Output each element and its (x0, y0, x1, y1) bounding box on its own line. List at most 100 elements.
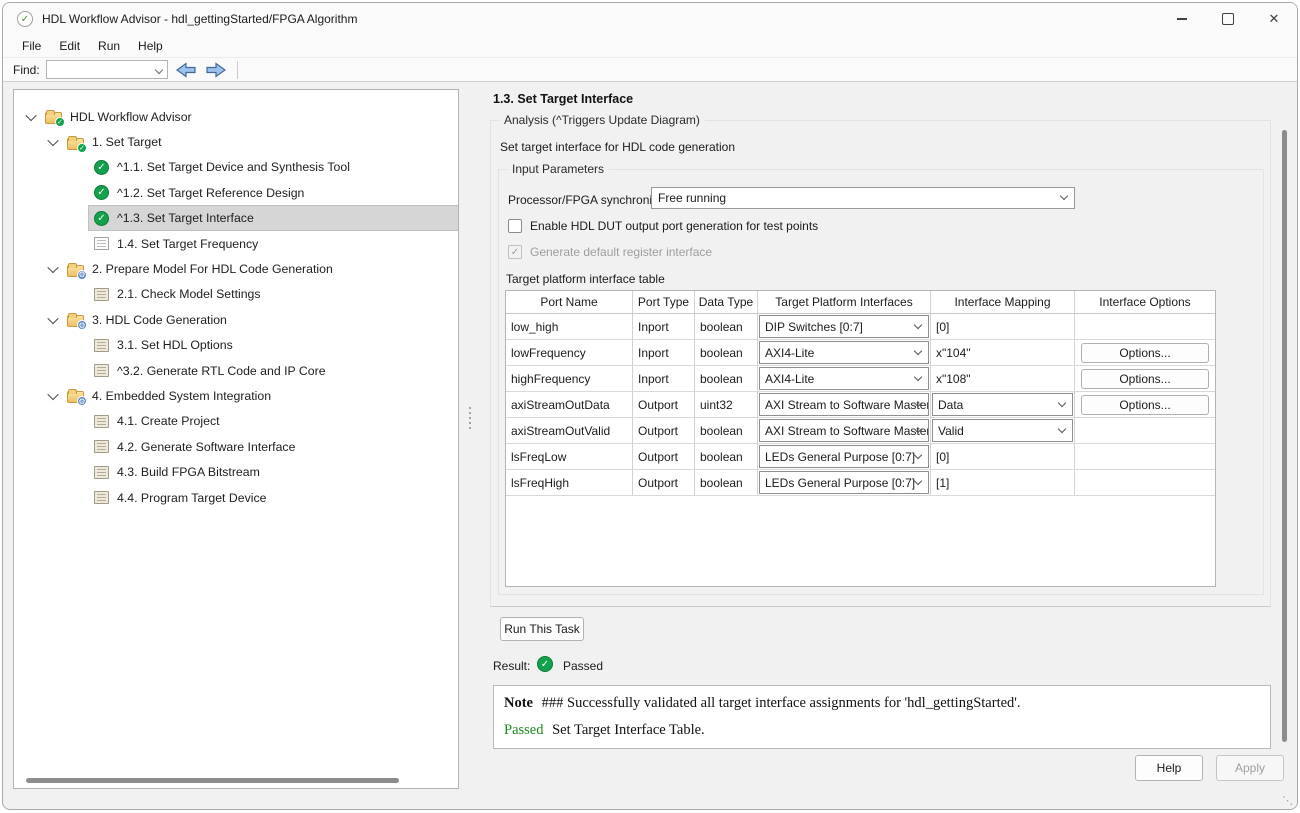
passed-keyword: Passed (504, 722, 543, 738)
menu-run[interactable]: Run (89, 39, 129, 53)
default-register-checkbox (508, 245, 522, 259)
port-type-cell: Inport (633, 340, 695, 365)
arrow-left-icon (175, 62, 197, 78)
interface-dropdown[interactable]: LEDs General Purpose [0:7] (759, 445, 929, 468)
vertical-scrollbar-thumb[interactable] (1282, 130, 1287, 742)
chevron-down-icon (1060, 192, 1068, 200)
port-type-cell: Inport (633, 366, 695, 391)
tree-item-4-3-build-fpga-bitstream[interactable]: 4.3. Build FPGA Bitstream (14, 459, 458, 484)
task-table-icon (94, 491, 109, 504)
result-value: Passed (563, 659, 603, 673)
menu-file[interactable]: File (13, 39, 50, 53)
options-button[interactable]: Options... (1081, 369, 1209, 389)
interface-dropdown-value: DIP Switches [0:7] (765, 320, 863, 334)
tree-item-1-2-set-target-reference-design[interactable]: ^1.2. Set Target Reference Design (14, 180, 458, 205)
port-type-cell: Outport (633, 470, 695, 495)
maximize-button[interactable] (1205, 3, 1251, 35)
interface-dropdown[interactable]: DIP Switches [0:7] (759, 315, 929, 338)
chevron-down-icon (914, 346, 922, 354)
options-button[interactable]: Options... (1081, 395, 1209, 415)
folder-check-icon (67, 138, 84, 150)
tree-item-embedded-system-integration[interactable]: 4. Embedded System Integration (14, 383, 458, 408)
data-type-cell: boolean (695, 470, 758, 495)
minimize-button[interactable] (1159, 3, 1205, 35)
test-points-checkbox-row: Enable HDL DUT output port generation fo… (508, 219, 818, 233)
chevron-down-icon (1058, 398, 1066, 406)
port-name-cell: low_high (506, 314, 633, 339)
tree-item-label: 3. HDL Code Generation (92, 313, 227, 327)
close-button[interactable] (1251, 3, 1297, 35)
find-input[interactable] (47, 62, 167, 79)
port-name-cell: highFrequency (506, 366, 633, 391)
interface-cell: LEDs General Purpose [0:7] (758, 470, 931, 495)
menu-help[interactable]: Help (129, 39, 172, 53)
port-name-cell: lowFrequency (506, 340, 633, 365)
tree-item-4-4-program-target-device[interactable]: 4.4. Program Target Device (14, 485, 458, 510)
interface-dropdown[interactable]: AXI Stream to Software Master (759, 419, 929, 442)
mapping-dropdown[interactable]: Valid (932, 419, 1073, 442)
resize-grip[interactable] (1282, 794, 1293, 807)
menubar: File Edit Run Help (3, 35, 1297, 58)
find-toolbar: Find: (3, 58, 1297, 82)
menu-edit[interactable]: Edit (50, 39, 89, 53)
options-button[interactable]: Options... (1081, 343, 1209, 363)
port-name-cell: axiStreamOutData (506, 392, 633, 417)
interface-dropdown-value: LEDs General Purpose [0:7] (765, 476, 915, 490)
toolbar-separator (237, 61, 238, 79)
tree-item-3-2-generate-rtl-code[interactable]: ^3.2. Generate RTL Code and IP Core (14, 358, 458, 383)
tree-item-2-1-check-model-settings[interactable]: 2.1. Check Model Settings (14, 282, 458, 307)
data-type-cell: boolean (695, 444, 758, 469)
interface-dropdown[interactable]: LEDs General Purpose [0:7] (759, 471, 929, 494)
folder-gear-icon (67, 391, 84, 403)
tree-item-set-target[interactable]: 1. Set Target (14, 129, 458, 154)
tree-item-hdl-workflow-advisor[interactable]: HDL Workflow Advisor (14, 104, 458, 129)
chevron-down-icon[interactable] (25, 110, 36, 121)
horizontal-scrollbar-thumb[interactable] (26, 778, 399, 783)
interface-dropdown-value: AXI4-Lite (765, 346, 814, 360)
task-title: 1.3. Set Target Interface (493, 92, 633, 106)
sync-dropdown[interactable]: Free running (651, 187, 1075, 209)
default-register-checkbox-label: Generate default register interface (530, 245, 712, 259)
data-type-cell: boolean (695, 418, 758, 443)
table-row: lowFrequency Inport boolean AXI4-Lite x"… (506, 340, 1215, 366)
passed-check-icon (94, 211, 109, 226)
tree-item-1-3-set-target-interface[interactable]: ^1.3. Set Target Interface (14, 206, 458, 231)
interface-dropdown[interactable]: AXI4-Lite (759, 367, 929, 390)
test-points-checkbox[interactable] (508, 219, 522, 233)
test-points-checkbox-label: Enable HDL DUT output port generation fo… (530, 219, 818, 233)
chevron-down-icon[interactable] (47, 389, 58, 400)
titlebar: HDL Workflow Advisor - hdl_gettingStarte… (3, 3, 1297, 35)
column-header: Interface Mapping (931, 291, 1075, 313)
help-button[interactable]: Help (1135, 755, 1203, 781)
chevron-down-icon[interactable] (47, 262, 58, 273)
apply-button: Apply (1216, 755, 1284, 781)
hdl-workflow-advisor-window: HDL Workflow Advisor - hdl_gettingStarte… (2, 2, 1298, 810)
interface-dropdown[interactable]: AXI4-Lite (759, 341, 929, 364)
port-name-cell: axiStreamOutValid (506, 418, 633, 443)
panel-splitter-handle[interactable] (466, 403, 474, 433)
interface-mapping-cell: Data (931, 392, 1075, 417)
port-type-cell: Outport (633, 392, 695, 417)
interface-cell: LEDs General Purpose [0:7] (758, 444, 931, 469)
tree-item-label: 4.4. Program Target Device (117, 491, 266, 505)
find-previous-button[interactable] (174, 61, 198, 79)
folder-gear-icon (67, 315, 84, 327)
tree-item-4-1-create-project[interactable]: 4.1. Create Project (14, 409, 458, 434)
mapping-dropdown[interactable]: Data (932, 393, 1073, 416)
tree-item-1-4-set-target-frequency[interactable]: 1.4. Set Target Frequency (14, 231, 458, 256)
tree-item-1-1-set-target-device[interactable]: ^1.1. Set Target Device and Synthesis To… (14, 155, 458, 180)
tree-item-prepare-model[interactable]: 2. Prepare Model For HDL Code Generation (14, 256, 458, 281)
tree-item-hdl-code-generation[interactable]: 3. HDL Code Generation (14, 307, 458, 332)
run-this-task-button[interactable]: Run This Task (500, 617, 584, 641)
mapping-dropdown-value: Data (938, 398, 963, 412)
interface-options-cell (1075, 314, 1215, 339)
find-combobox[interactable] (46, 60, 168, 79)
tree-item-4-2-generate-software-interface[interactable]: 4.2. Generate Software Interface (14, 434, 458, 459)
chevron-down-icon[interactable] (47, 313, 58, 324)
interface-dropdown[interactable]: AXI Stream to Software Master (759, 393, 929, 416)
port-name-cell: lsFreqHigh (506, 470, 633, 495)
chevron-down-icon (1058, 424, 1066, 432)
chevron-down-icon[interactable] (47, 135, 58, 146)
tree-item-3-1-set-hdl-options[interactable]: 3.1. Set HDL Options (14, 333, 458, 358)
find-next-button[interactable] (204, 61, 228, 79)
